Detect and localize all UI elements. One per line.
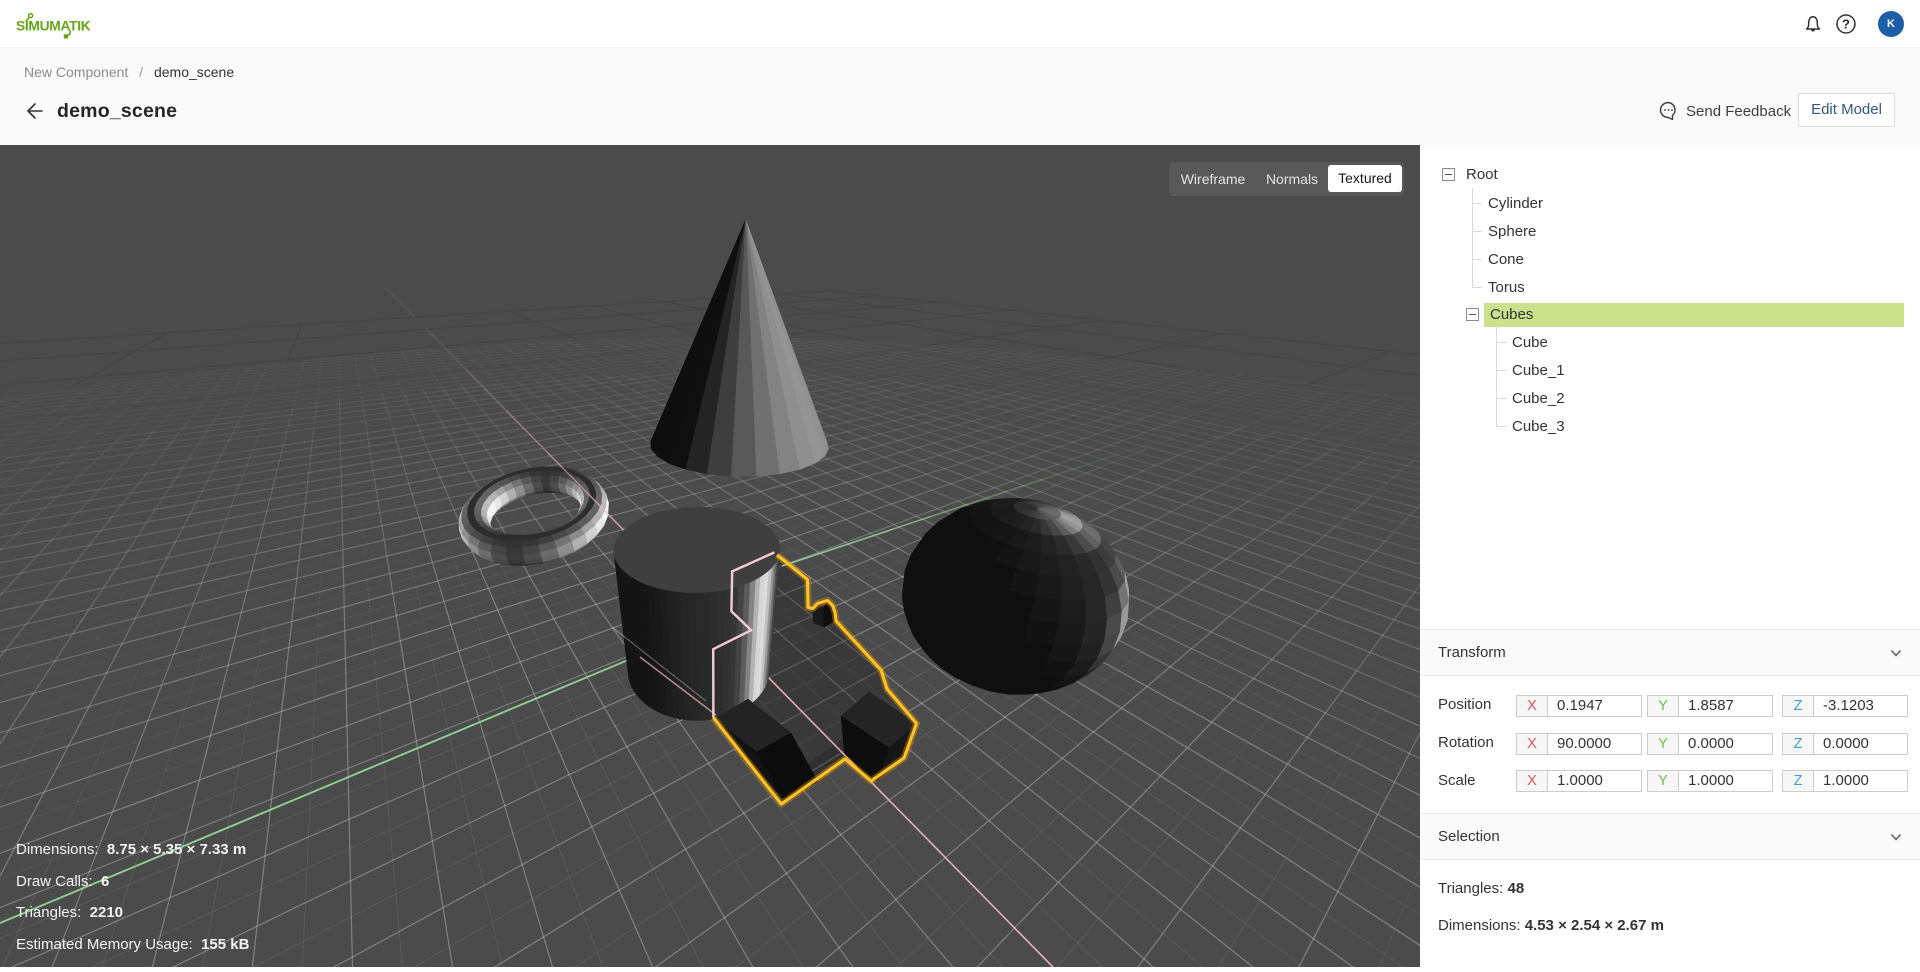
svg-text:?: ? — [1842, 17, 1850, 32]
